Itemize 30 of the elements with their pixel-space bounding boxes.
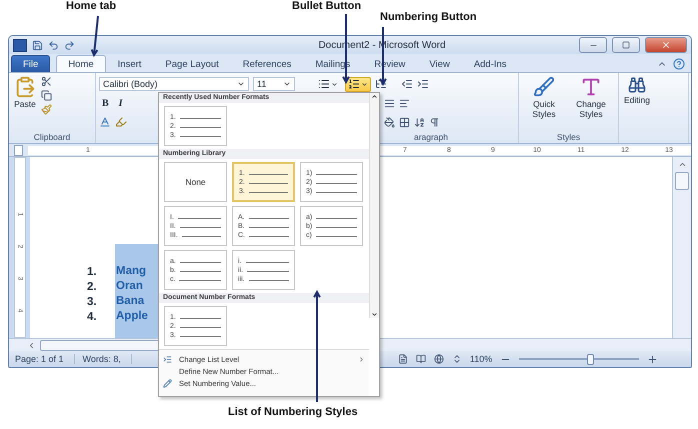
bold-button[interactable]: B xyxy=(99,96,112,110)
zoom-level: 110% xyxy=(470,354,492,364)
ribbon-tab[interactable]: References xyxy=(230,55,304,72)
ribbon-tab[interactable]: View xyxy=(417,55,462,72)
list-number: 1. xyxy=(87,266,98,278)
list-number: 3. xyxy=(87,296,98,308)
change-styles-button[interactable]: Change Styles xyxy=(569,76,613,131)
word-count: Words: 8, xyxy=(82,354,132,364)
annotation-label: Numbering Button xyxy=(380,11,477,23)
italic-button[interactable]: I xyxy=(116,96,126,110)
ribbon-tab[interactable]: Home xyxy=(56,55,106,72)
list-number: 2. xyxy=(87,280,98,292)
list-number: 4. xyxy=(87,310,98,322)
numbering-format-tile[interactable]: None xyxy=(164,162,227,202)
editing-button[interactable]: Editing xyxy=(622,76,652,143)
ribbon-tab[interactable]: Page Layout xyxy=(153,55,231,72)
font-size-field[interactable]: 11 xyxy=(253,77,295,91)
page-count: Page: 1 of 1 xyxy=(15,354,75,364)
annotation-label: Home tab xyxy=(66,0,116,12)
group-label: Clipboard xyxy=(32,131,72,143)
annotation-label: Bullet Button xyxy=(292,0,362,12)
annotation-label: List of Numbering Styles xyxy=(228,406,358,418)
group-label: aragraph xyxy=(414,131,448,143)
font-name-field[interactable]: Calibri (Body) xyxy=(99,77,249,91)
ribbon-tab[interactable]: Insert xyxy=(106,55,154,72)
ribbon-tab[interactable]: Add-Ins xyxy=(462,55,519,72)
file-tab[interactable]: File xyxy=(11,55,50,72)
paste-button[interactable]: Paste xyxy=(12,76,38,131)
group-label: Styles xyxy=(556,131,582,143)
quick-styles-button[interactable]: Quick Styles xyxy=(522,76,566,131)
